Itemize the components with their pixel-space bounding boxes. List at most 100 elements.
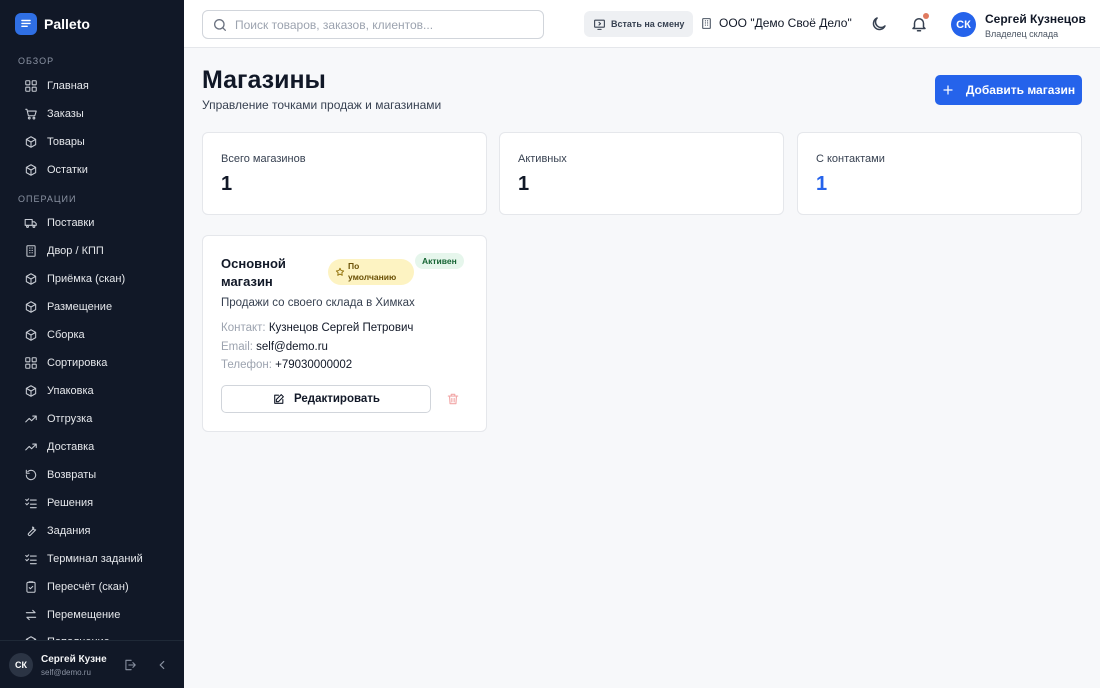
sidebar-item-transfer[interactable]: Перемещение — [15, 602, 175, 628]
search-box[interactable] — [202, 10, 544, 39]
header-user[interactable]: Сергей Кузнецов Владелец склада — [985, 12, 1086, 39]
stat-value: 1 — [518, 173, 530, 195]
email-value: self@demo.ru — [256, 341, 328, 353]
sidebar-item-shipping[interactable]: Отгрузка — [15, 406, 175, 432]
stat-value: 1 — [816, 173, 828, 195]
sidebar-item-returns[interactable]: Возвраты — [15, 462, 175, 488]
theme-moon-icon[interactable] — [870, 15, 888, 33]
truck-icon — [24, 216, 38, 230]
sidebar-item-decisions[interactable]: Решения — [15, 490, 175, 516]
box-icon — [24, 135, 38, 149]
building-icon — [700, 17, 713, 30]
sidebar-item-orders[interactable]: Заказы — [15, 101, 175, 127]
top-header: Встать на смену ООО "Демо Своё Дело" СК … — [184, 0, 1100, 48]
logout-icon[interactable] — [123, 658, 137, 672]
contact-value: Кузнецов Сергей Петрович — [268, 322, 414, 334]
sidebar-item-tasks[interactable]: Задания — [15, 518, 175, 544]
avatar: СК — [9, 653, 33, 677]
wrench-icon — [24, 524, 38, 538]
phone-value: +79030000002 — [275, 359, 353, 371]
stat-card-active: Активных 1 — [499, 132, 784, 215]
sidebar-item-home[interactable]: Главная — [15, 73, 175, 99]
phone-label: Телефон: — [221, 359, 272, 371]
avatar[interactable]: СК — [951, 12, 976, 37]
notification-dot — [923, 13, 929, 19]
sidebar-item-picking[interactable]: Сборка — [15, 322, 175, 348]
start-shift-button[interactable]: Встать на смену — [584, 11, 694, 37]
plus-icon — [942, 84, 954, 96]
box-icon — [24, 272, 38, 286]
list-check-icon — [24, 552, 38, 566]
sidebar-item-packing[interactable]: Упаковка — [15, 378, 175, 404]
trash-icon[interactable] — [446, 392, 460, 406]
sidebar-item-products[interactable]: Товары — [15, 129, 175, 155]
grid-icon — [24, 79, 38, 93]
default-badge-label: По умолчанию — [348, 261, 397, 282]
store-name: Основной магазин — [221, 256, 286, 289]
store-card: Основной магазин По умолчанию Активен Пр… — [202, 235, 487, 432]
default-badge: По умолчанию — [328, 259, 414, 285]
sidebar-item-task-terminal[interactable]: Терминал заданий — [15, 546, 175, 572]
sidebar-item-label: Пересчёт (скан) — [47, 581, 129, 593]
sidebar-item-label: Отгрузка — [47, 413, 93, 425]
sidebar-user-name: Сергей Кузнецов — [41, 653, 107, 665]
stat-label: Всего магазинов — [221, 153, 306, 165]
edit-store-button[interactable]: Редактировать — [221, 385, 431, 413]
add-store-button[interactable]: Добавить магазин — [935, 75, 1082, 105]
sidebar-item-delivery[interactable]: Доставка — [15, 434, 175, 460]
store-email: Email: self@demo.ru — [221, 341, 328, 353]
cart-icon — [24, 107, 38, 121]
search-icon — [212, 17, 228, 33]
sidebar-item-supplies[interactable]: Поставки — [15, 210, 175, 236]
trend-icon — [24, 412, 38, 426]
star-icon — [335, 267, 345, 277]
status-badge: Активен — [415, 253, 464, 269]
monitor-icon — [593, 18, 606, 31]
list-check-icon — [24, 496, 38, 510]
sidebar-item-putaway[interactable]: Размещение — [15, 294, 175, 320]
section-title-operations: Операции — [18, 194, 77, 204]
stat-value: 1 — [221, 173, 233, 195]
sidebar-item-receiving[interactable]: Приёмка (скан) — [15, 266, 175, 292]
box-icon — [24, 328, 38, 342]
stat-label: С контактами — [816, 153, 885, 165]
stat-card-total: Всего магазинов 1 — [202, 132, 487, 215]
org-switcher[interactable]: ООО "Демо Своё Дело" — [700, 16, 852, 30]
sidebar-item-stock[interactable]: Остатки — [15, 157, 175, 183]
sidebar-item-label: Решения — [47, 497, 94, 509]
search-input[interactable] — [235, 17, 535, 32]
sidebar-item-label: Товары — [47, 136, 85, 148]
edit-store-label: Редактировать — [294, 393, 380, 405]
sidebar: Palleto Обзор Главная Заказы Товары Оста… — [0, 0, 184, 688]
box-icon — [24, 300, 38, 314]
sidebar-item-label: Приёмка (скан) — [47, 273, 126, 285]
box-icon — [24, 384, 38, 398]
grid-icon — [24, 356, 38, 370]
add-store-label: Добавить магазин — [965, 83, 1076, 97]
sidebar-item-label: Упаковка — [47, 385, 94, 397]
sidebar-item-label: Поставки — [47, 217, 95, 229]
store-phone: Телефон: +79030000002 — [221, 359, 352, 371]
sidebar-item-label: Сортировка — [47, 357, 108, 369]
sidebar-item-yard[interactable]: Двор / КПП — [15, 238, 175, 264]
header-user-name: Сергей Кузнецов — [985, 12, 1086, 26]
start-shift-label: Встать на смену — [611, 19, 685, 29]
sidebar-user[interactable]: СК Сергей Кузнецов self@demo.ru — [9, 653, 107, 677]
sidebar-item-label: Размещение — [47, 301, 113, 313]
sidebar-item-label: Двор / КПП — [47, 245, 104, 257]
header-user-role: Владелец склада — [985, 29, 1059, 39]
collapse-chevron-icon[interactable] — [155, 658, 169, 672]
sidebar-item-label: Заказы — [47, 108, 84, 120]
sidebar-item-label: Сборка — [47, 329, 85, 341]
arrows-icon — [24, 608, 38, 622]
sidebar-item-sorting[interactable]: Сортировка — [15, 350, 175, 376]
sidebar-item-label: Возвраты — [47, 469, 97, 481]
sidebar-item-label: Перемещение — [47, 609, 121, 621]
section-title-overview: Обзор — [18, 56, 55, 66]
sidebar-item-recount[interactable]: Пересчёт (скан) — [15, 574, 175, 600]
clipboard-icon — [24, 580, 38, 594]
stat-label: Активных — [518, 153, 567, 165]
org-name: ООО "Демо Своё Дело" — [719, 16, 852, 30]
sidebar-item-label: Главная — [47, 80, 89, 92]
brand[interactable]: Palleto — [15, 13, 90, 35]
